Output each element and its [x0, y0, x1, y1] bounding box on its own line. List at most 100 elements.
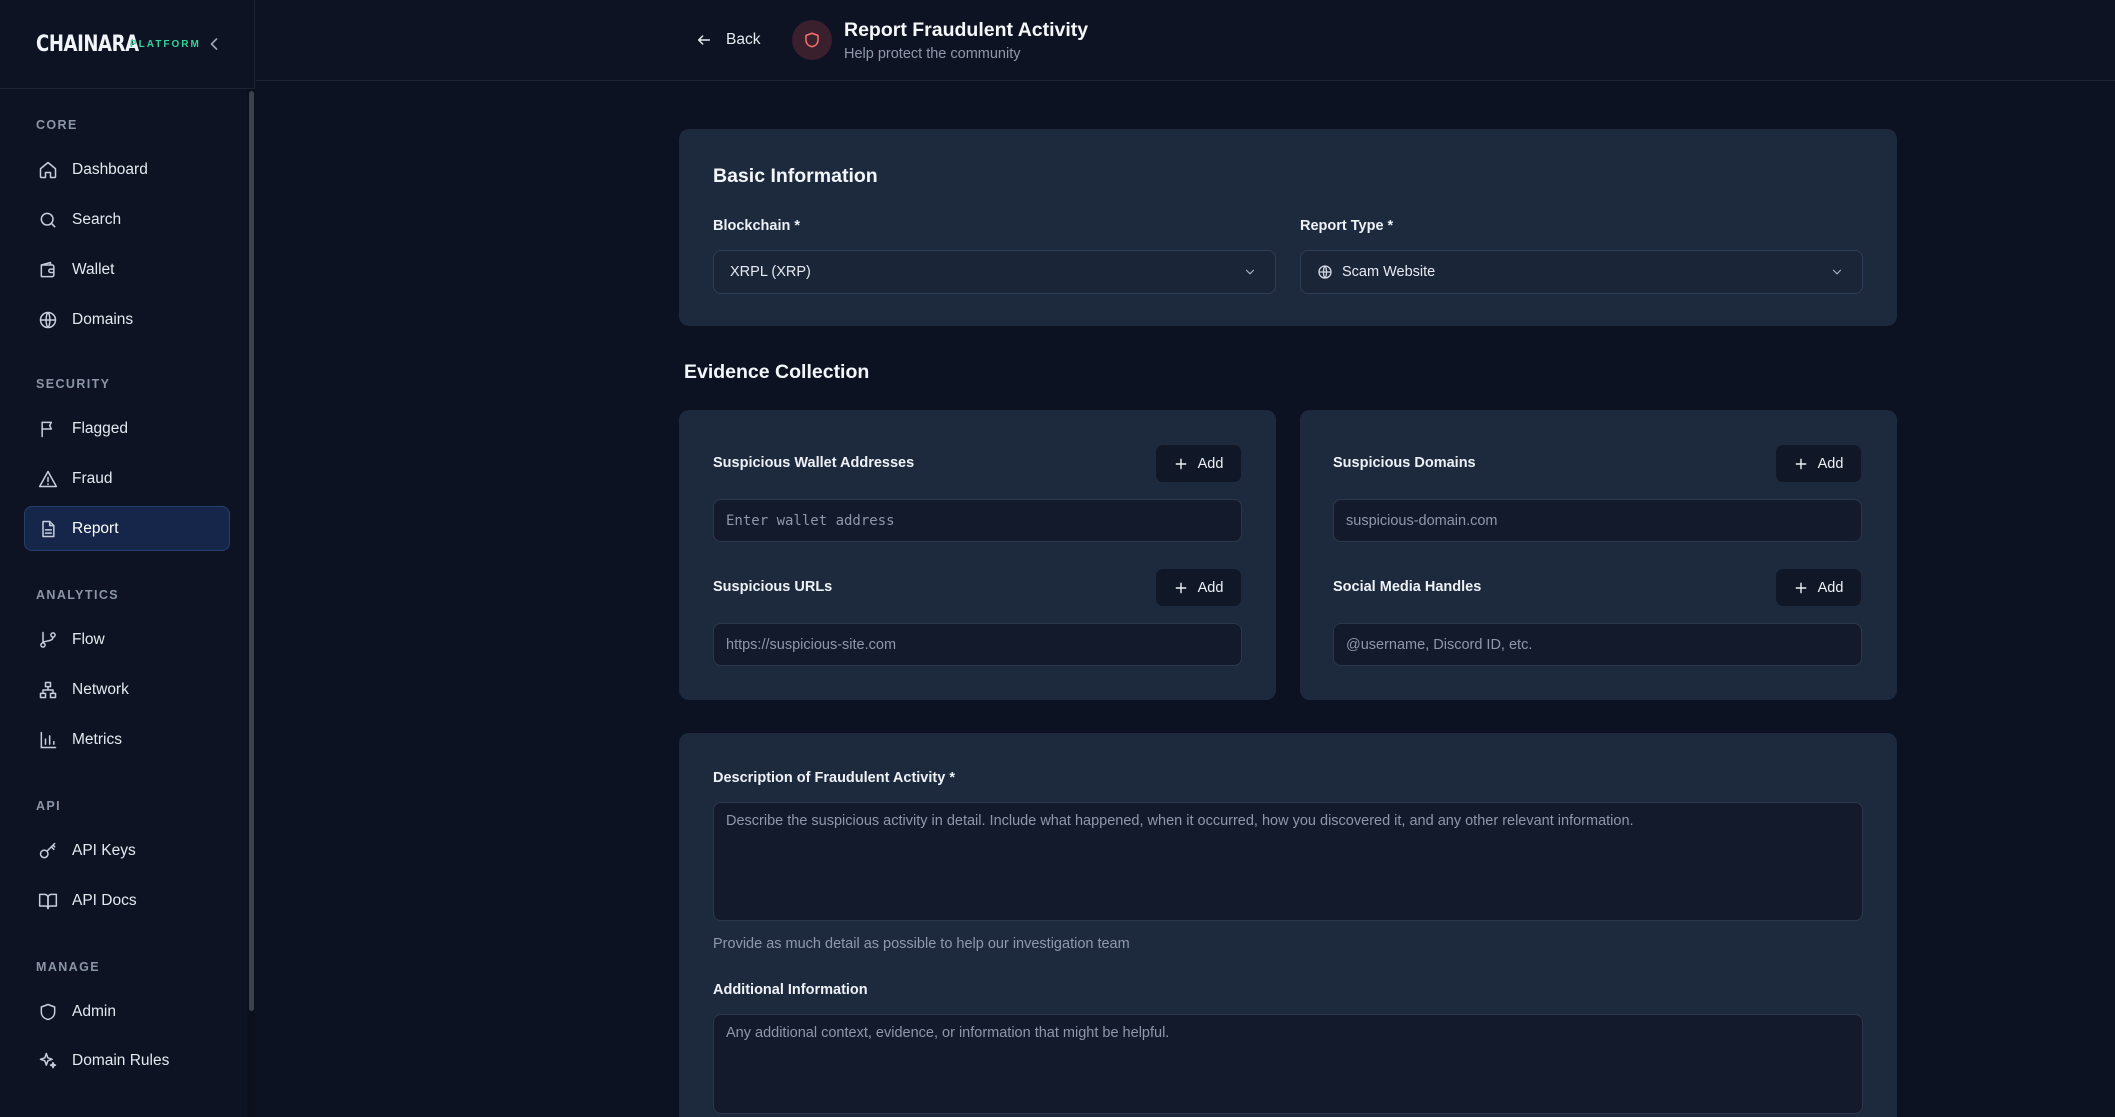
add-label: Add	[1817, 455, 1844, 472]
sidebar-item-label: API Docs	[72, 891, 137, 909]
brand-tag: PLATFORM	[130, 39, 201, 50]
urls-label: Suspicious URLs	[713, 579, 833, 595]
globe-icon	[38, 310, 58, 330]
wallet-icon	[38, 260, 58, 280]
section-title-analytics: ANALYTICS	[36, 588, 119, 602]
sidebar-nav: CORE Dashboard Search Wallet Domains SEC…	[0, 89, 254, 1083]
add-label: Add	[1817, 579, 1844, 596]
home-icon	[38, 160, 58, 180]
network-icon	[38, 680, 58, 700]
section-title-manage: MANAGE	[36, 960, 100, 974]
sidebar-item-flagged[interactable]: Flagged	[24, 406, 230, 451]
section-title-api: API	[36, 799, 62, 813]
sidebar: CHAINARA PLATFORM CORE Dashboard Search …	[0, 0, 255, 1117]
sidebar-item-network[interactable]: Network	[24, 667, 230, 712]
back-button[interactable]: Back	[696, 26, 760, 54]
sidebar-item-api-keys[interactable]: API Keys	[24, 828, 230, 873]
shield-icon	[38, 1002, 58, 1022]
basic-information-card: Basic Information Blockchain * XRPL (XRP…	[679, 129, 1897, 326]
search-icon	[38, 210, 58, 230]
sidebar-item-fraud[interactable]: Fraud	[24, 456, 230, 501]
blockchain-value: XRPL (XRP)	[730, 264, 811, 280]
plus-icon	[1794, 581, 1808, 595]
add-domain-button[interactable]: Add	[1776, 445, 1861, 482]
chevron-down-icon	[1243, 265, 1257, 279]
sidebar-item-label: Domain Rules	[72, 1051, 170, 1069]
evidence-collection-title: Evidence Collection	[684, 361, 870, 383]
url-input[interactable]	[713, 623, 1242, 666]
report-type-value: Scam Website	[1342, 264, 1436, 280]
chevron-left-icon[interactable]	[204, 34, 224, 54]
sidebar-item-wallet[interactable]: Wallet	[24, 247, 230, 292]
blockchain-select[interactable]: XRPL (XRP)	[713, 250, 1276, 294]
description-textarea[interactable]	[713, 802, 1863, 921]
page-subtitle: Help protect the community	[844, 46, 1021, 62]
sidebar-item-label: Flagged	[72, 419, 129, 437]
evidence-right-card: Suspicious Domains Add Social Media Hand…	[1300, 410, 1897, 700]
sidebar-item-label: Wallet	[72, 260, 115, 278]
key-icon	[38, 841, 58, 861]
description-label: Description of Fraudulent Activity *	[713, 770, 955, 786]
sidebar-item-label: Domains	[72, 310, 134, 328]
sidebar-item-label: Search	[72, 210, 122, 228]
sidebar-scrollbar[interactable]	[247, 89, 255, 1117]
add-label: Add	[1197, 579, 1224, 596]
sidebar-item-label: Flow	[72, 630, 105, 648]
globe-icon	[1317, 264, 1333, 280]
social-handle-input[interactable]	[1333, 623, 1862, 666]
sidebar-item-label: Network	[72, 680, 129, 698]
social-label: Social Media Handles	[1333, 579, 1482, 595]
sidebar-item-domains[interactable]: Domains	[24, 297, 230, 342]
basic-information-title: Basic Information	[713, 165, 878, 187]
sidebar-item-label: API Keys	[72, 841, 136, 859]
book-icon	[38, 891, 58, 911]
sparkles-icon	[38, 1051, 58, 1071]
sidebar-item-label: Admin	[72, 1002, 116, 1020]
flag-icon	[38, 419, 58, 439]
arrow-left-icon	[696, 32, 712, 48]
report-type-label: Report Type *	[1300, 218, 1394, 234]
bar-chart-icon	[38, 730, 58, 750]
back-label: Back	[726, 31, 761, 48]
blockchain-label: Blockchain *	[713, 218, 801, 234]
sidebar-item-label: Dashboard	[72, 160, 148, 178]
plus-icon	[1174, 581, 1188, 595]
add-label: Add	[1197, 455, 1224, 472]
warning-icon	[38, 469, 58, 489]
section-title-security: SECURITY	[36, 377, 111, 391]
sidebar-item-label: Metrics	[72, 730, 122, 748]
sidebar-item-report[interactable]: Report	[24, 506, 230, 551]
brand-logo[interactable]: CHAINARA	[36, 32, 139, 57]
git-branch-icon	[38, 630, 58, 650]
additional-info-textarea[interactable]	[713, 1014, 1863, 1114]
document-icon	[38, 519, 58, 539]
domain-input[interactable]	[1333, 499, 1862, 542]
wallet-address-input[interactable]	[713, 499, 1242, 542]
add-social-button[interactable]: Add	[1776, 569, 1861, 606]
add-wallet-button[interactable]: Add	[1156, 445, 1241, 482]
sidebar-item-api-docs[interactable]: API Docs	[24, 878, 230, 923]
sidebar-item-label: Report	[72, 519, 119, 537]
sidebar-item-label: Fraud	[72, 469, 113, 487]
page-header: Back Report Fraudulent Activity Help pro…	[256, 0, 2115, 81]
report-type-select[interactable]: Scam Website	[1300, 250, 1863, 294]
brand: CHAINARA PLATFORM	[0, 0, 254, 89]
scrollbar-thumb[interactable]	[249, 91, 254, 1011]
plus-icon	[1794, 457, 1808, 471]
wallets-label: Suspicious Wallet Addresses	[713, 455, 915, 471]
sidebar-item-domain-rules[interactable]: Domain Rules	[24, 1038, 230, 1083]
sidebar-item-admin[interactable]: Admin	[24, 989, 230, 1034]
domains-label: Suspicious Domains	[1333, 455, 1476, 471]
sidebar-item-dashboard[interactable]: Dashboard	[24, 147, 230, 192]
sidebar-item-search[interactable]: Search	[24, 197, 230, 242]
description-card: Description of Fraudulent Activity * Pro…	[679, 733, 1897, 1117]
section-title-core: CORE	[36, 118, 78, 132]
sidebar-item-flow[interactable]: Flow	[24, 617, 230, 662]
chevron-down-icon	[1830, 265, 1844, 279]
plus-icon	[1174, 457, 1188, 471]
sidebar-item-metrics[interactable]: Metrics	[24, 717, 230, 762]
evidence-left-card: Suspicious Wallet Addresses Add Suspicio…	[679, 410, 1276, 700]
page-title: Report Fraudulent Activity	[844, 19, 1089, 41]
add-url-button[interactable]: Add	[1156, 569, 1241, 606]
additional-info-label: Additional Information	[713, 982, 868, 998]
